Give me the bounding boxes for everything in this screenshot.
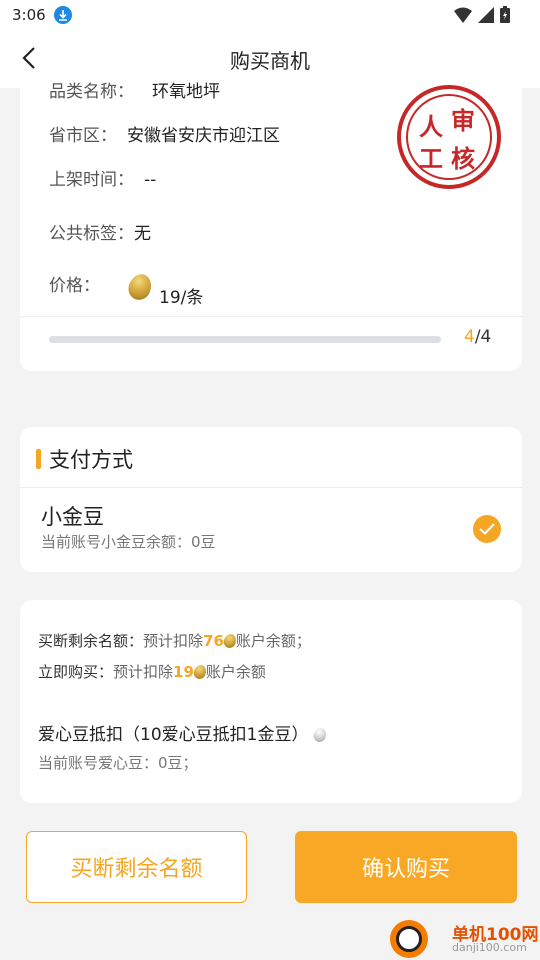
deduction-card: 买断剩余名额：预计扣除76 账户余额； 立即购买：预计扣除19 账户余额 爱心豆抵扣… <box>20 600 522 803</box>
stamp-char: 人 <box>419 112 443 141</box>
tags-value: 无 <box>134 224 151 244</box>
confirm-purchase-button[interactable]: 确认购买 <box>295 831 517 903</box>
category-label: 品类名称： <box>49 82 134 102</box>
download-icon <box>53 6 72 24</box>
love-bean-icon <box>311 726 328 744</box>
status-icons <box>454 6 510 23</box>
progress-fill <box>49 336 441 343</box>
category-value: 环氧地坪 <box>152 82 220 102</box>
stamp-char: 工 <box>419 144 443 173</box>
status-time: 3:06 <box>12 6 46 24</box>
buy-now-deduction-line: 立即购买：预计扣除19 账户余额 <box>38 661 266 682</box>
gold-bean-icon <box>125 271 155 303</box>
buy-now-label: 立即购买： <box>38 663 114 681</box>
price-value: 19/条 <box>159 288 204 308</box>
stamp-char: 审 <box>451 106 475 135</box>
buyout-label: 买断剩余名额： <box>38 632 144 650</box>
buyout-deduction-line: 买断剩余名额：预计扣除76 账户余额； <box>38 630 311 651</box>
category-row: 品类名称： 环氧地坪 <box>49 78 220 102</box>
buy-now-amount: 19 <box>173 663 194 681</box>
buyout-post: 账户余额； <box>235 632 311 650</box>
page-title: 购买商机 <box>230 48 310 73</box>
progress-current: 4 <box>464 327 475 347</box>
watermark-icon <box>390 920 428 958</box>
progress-bar <box>49 336 441 343</box>
lead-info-card: 品类名称： 环氧地坪 省市区： 安徽省安庆市迎江区 上架时间： -- 公共标签：无 价… <box>20 78 522 371</box>
back-button[interactable] <box>14 43 44 73</box>
section-accent-bar <box>36 449 41 469</box>
signal-icon <box>478 6 494 23</box>
check-icon[interactable] <box>473 515 501 543</box>
love-bean-title-text: 爱心豆抵扣（10爱心豆抵扣1金豆） <box>38 725 309 745</box>
divider <box>20 487 522 488</box>
listed-time-value: -- <box>144 170 157 190</box>
payment-section-title: 支付方式 <box>49 448 133 472</box>
payment-method-balance: 当前账号小金豆余额：0豆 <box>41 533 216 551</box>
love-bean-balance: 当前账号爱心豆：0豆； <box>38 754 198 772</box>
wifi-icon <box>454 7 472 23</box>
buyout-amount: 76 <box>203 632 224 650</box>
region-value: 安徽省安庆市迎江区 <box>127 126 280 146</box>
buyout-remaining-button[interactable]: 买断剩余名额 <box>26 831 247 903</box>
watermark-logo: 单机100网 danji100.com <box>390 918 540 960</box>
buyout-pre: 预计扣除 <box>143 632 204 650</box>
payment-card: 支付方式 小金豆 当前账号小金豆余额：0豆 <box>20 427 522 572</box>
stamp-char: 核 <box>451 144 475 173</box>
buy-now-pre: 预计扣除 <box>113 663 174 681</box>
listed-time-row: 上架时间： -- <box>49 165 156 190</box>
watermark-url: danji100.com <box>452 941 527 954</box>
payment-method-name: 小金豆 <box>41 505 104 529</box>
region-row: 省市区： 安徽省安庆市迎江区 <box>49 121 280 146</box>
listed-time-label: 上架时间： <box>49 170 134 190</box>
tags-label: 公共标签： <box>49 224 134 244</box>
status-bar: 3:06 <box>0 0 540 30</box>
battery-icon <box>500 6 510 23</box>
buy-now-post: 账户余额 <box>205 663 266 681</box>
divider <box>20 316 522 317</box>
price-label: 价格： <box>49 276 100 296</box>
tags-row: 公共标签：无 <box>49 219 151 244</box>
progress-text: 4/4 <box>464 327 491 347</box>
progress-total: /4 <box>474 327 492 347</box>
approval-stamp: 人 审 工 核 <box>397 85 501 189</box>
chevron-left-icon <box>22 47 35 69</box>
price-row: 价格： <box>49 271 100 296</box>
region-label: 省市区： <box>49 126 117 146</box>
love-bean-deduction-title: 爱心豆抵扣（10爱心豆抵扣1金豆） <box>38 720 328 745</box>
